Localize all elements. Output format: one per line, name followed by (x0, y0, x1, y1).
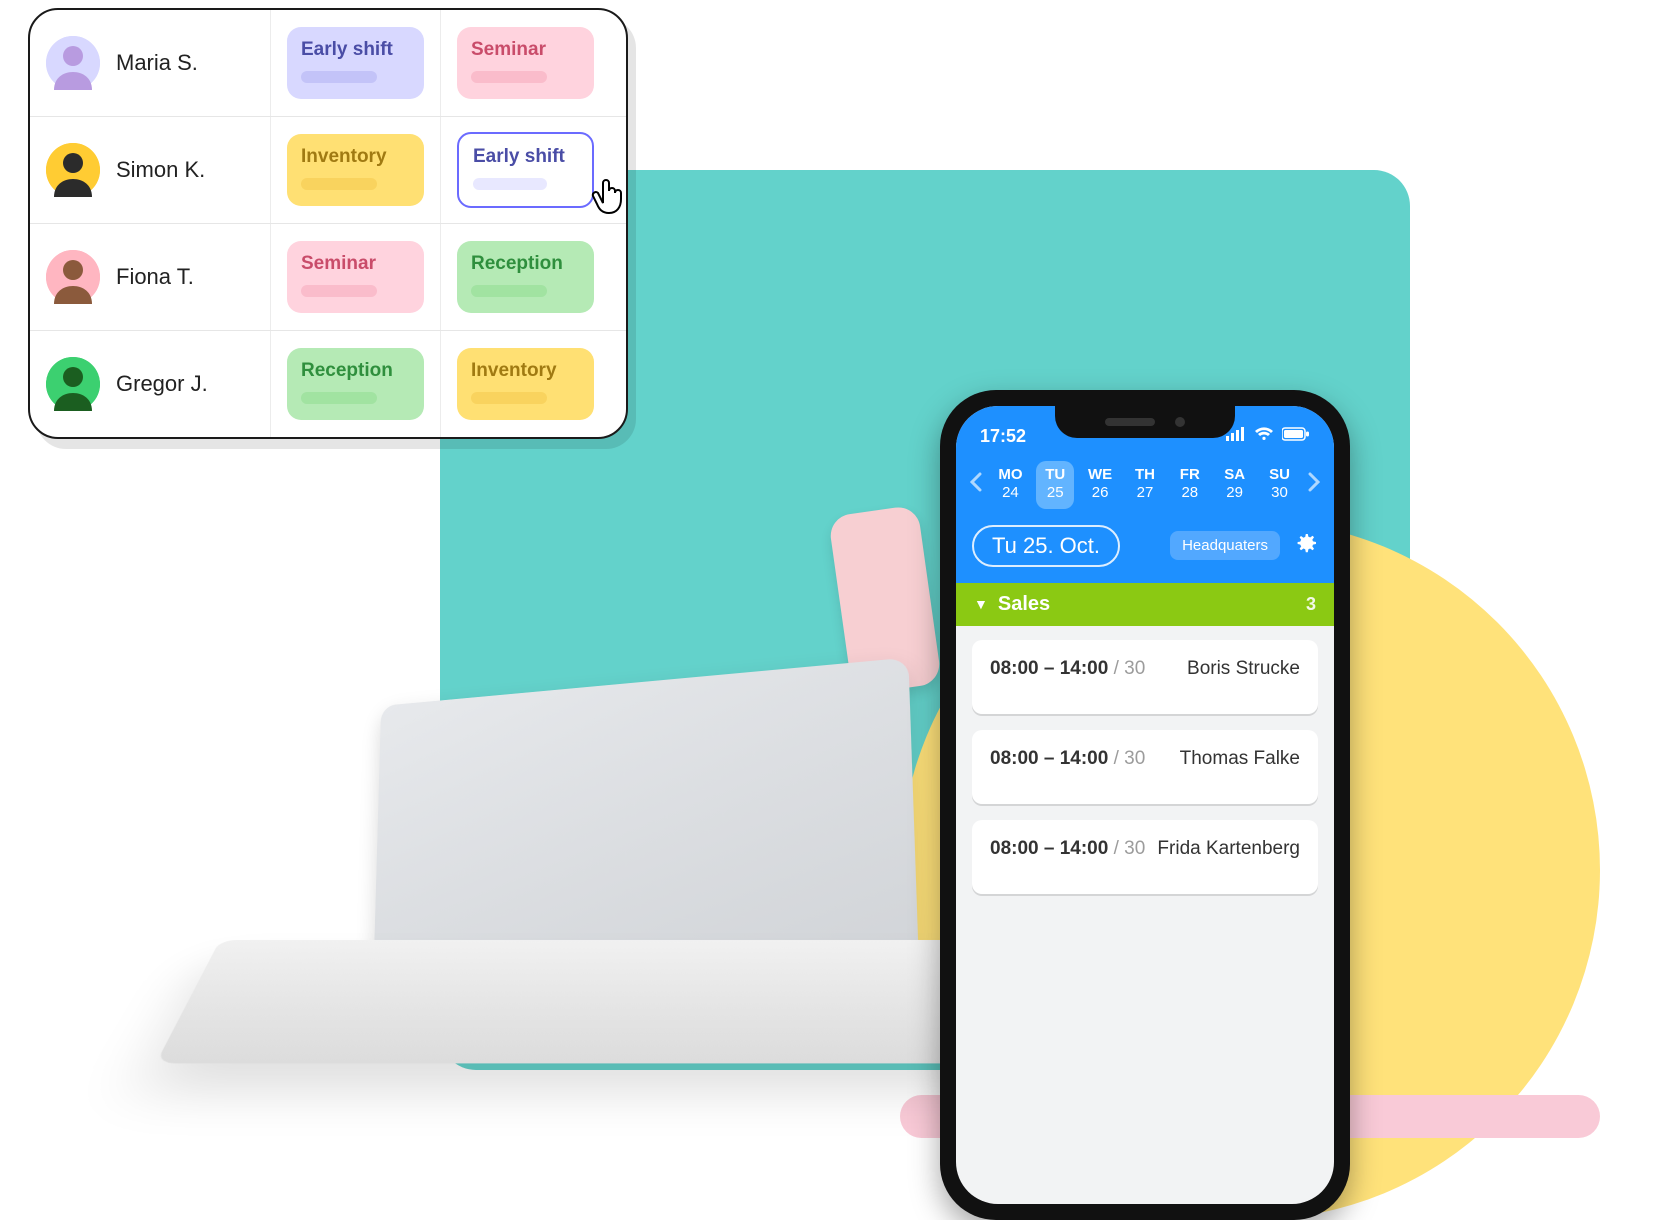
shift-label: Seminar (301, 253, 410, 275)
shift-person: Frida Kartenberg (1157, 838, 1300, 860)
cursor-pointer-icon (589, 173, 627, 222)
shift-bar-icon (301, 178, 377, 190)
shift-card[interactable]: Seminar (457, 27, 594, 99)
shift-label: Reception (301, 360, 410, 382)
status-time: 17:52 (980, 426, 1026, 447)
triangle-down-icon: ▼ (974, 596, 988, 612)
employee-name: Gregor J. (116, 371, 208, 397)
shift-card[interactable]: Reception (287, 348, 424, 420)
phone-mockup: 17:52 MO24 (940, 390, 1350, 1220)
schedule-row: Fiona T. Seminar Reception (30, 223, 626, 330)
day-tab[interactable]: MO24 (991, 461, 1029, 509)
prev-week-button[interactable] (962, 472, 990, 498)
day-tab[interactable]: SA29 (1216, 461, 1254, 509)
week-navigator: MO24 TU25 WE26 TH27 FR28 SA29 SU30 (956, 455, 1334, 515)
shift-entry[interactable]: 08:00 – 14:00 / 30 Thomas Falke (972, 730, 1318, 804)
shift-bar-icon (471, 71, 547, 83)
shift-bar-icon (471, 392, 547, 404)
employee-name: Fiona T. (116, 264, 194, 290)
employee-name: Simon K. (116, 157, 205, 183)
shift-card[interactable]: Seminar (287, 241, 424, 313)
shift-bar-icon (301, 392, 377, 404)
location-button[interactable]: Headquaters (1170, 531, 1280, 560)
shift-entry[interactable]: 08:00 – 14:00 / 30 Frida Kartenberg (972, 820, 1318, 894)
shift-person: Boris Strucke (1187, 658, 1300, 680)
shift-card[interactable]: Early shift (287, 27, 424, 99)
shift-bar-icon (473, 178, 547, 190)
gear-icon[interactable] (1292, 530, 1318, 561)
avatar (46, 250, 100, 304)
schedule-row: Gregor J. Reception Inventory (30, 330, 626, 437)
section-count: 3 (1306, 594, 1316, 615)
shift-bar-icon (471, 285, 547, 297)
day-tab[interactable]: TH27 (1126, 461, 1164, 509)
schedule-panel: Maria S. Early shift Seminar Simon K. In… (28, 8, 628, 439)
date-picker-button[interactable]: Tu 25. Oct. (972, 525, 1120, 567)
wifi-icon (1254, 427, 1274, 446)
shift-card[interactable]: Inventory (287, 134, 424, 206)
shift-entries: 08:00 – 14:00 / 30 Boris Strucke 08:00 –… (956, 626, 1334, 908)
day-tab[interactable]: WE26 (1081, 461, 1119, 509)
laptop-prop (220, 680, 1000, 1140)
phone-notch (1055, 406, 1235, 438)
shift-bar-icon (301, 71, 377, 83)
shift-card[interactable]: Reception (457, 241, 594, 313)
day-tab-selected[interactable]: TU25 (1036, 461, 1074, 509)
shift-label: Reception (471, 253, 580, 275)
schedule-row: Simon K. Inventory Early shift (30, 116, 626, 223)
avatar (46, 36, 100, 90)
shift-label: Seminar (471, 39, 580, 61)
section-header[interactable]: ▼ Sales 3 (956, 583, 1334, 626)
employee-name: Maria S. (116, 50, 198, 76)
schedule-row: Maria S. Early shift Seminar (30, 10, 626, 116)
shift-bar-icon (301, 285, 377, 297)
shift-card-highlighted[interactable]: Early shift (457, 132, 594, 208)
day-tab[interactable]: FR28 (1171, 461, 1209, 509)
shift-label: Inventory (471, 360, 580, 382)
shift-label: Early shift (473, 146, 578, 168)
section-title: Sales (998, 593, 1050, 616)
shift-entry[interactable]: 08:00 – 14:00 / 30 Boris Strucke (972, 640, 1318, 714)
battery-icon (1282, 427, 1310, 446)
shift-card[interactable]: Inventory (457, 348, 594, 420)
shift-person: Thomas Falke (1180, 748, 1300, 770)
next-week-button[interactable] (1300, 472, 1328, 498)
avatar (46, 143, 100, 197)
shift-label: Early shift (301, 39, 410, 61)
shift-label: Inventory (301, 146, 410, 168)
avatar (46, 357, 100, 411)
day-tab[interactable]: SU30 (1260, 461, 1298, 509)
